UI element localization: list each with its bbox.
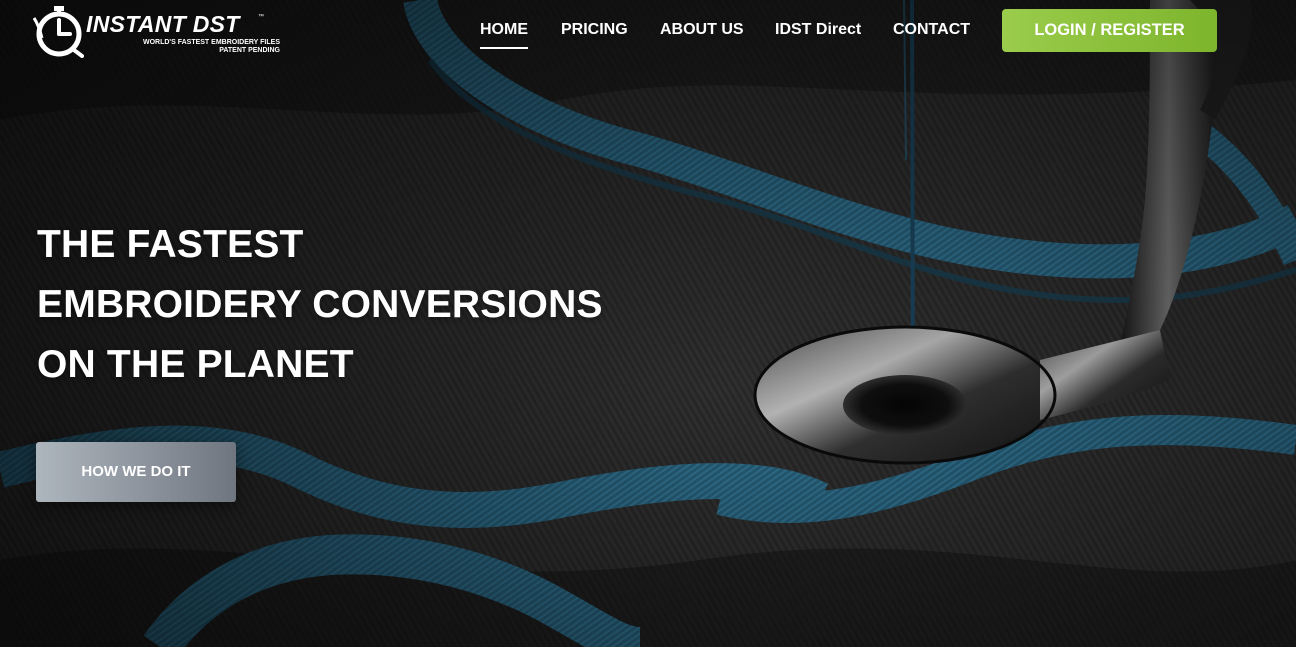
nav-item-pricing[interactable]: PRICING — [561, 20, 628, 40]
nav-item-label: IDST Direct — [775, 21, 862, 38]
nav-item-contact[interactable]: CONTACT — [893, 20, 970, 40]
nav-item-label: PRICING — [561, 21, 628, 38]
how-we-do-it-button[interactable]: HOW WE DO IT — [36, 442, 236, 502]
hero-headline: THE FASTEST EMBROIDERY CONVERSIONS ON TH… — [37, 215, 603, 395]
nav-item-home[interactable]: HOME — [480, 20, 528, 49]
headline-line-1: THE FASTEST — [37, 223, 304, 266]
nav-item-label: CONTACT — [893, 21, 971, 38]
login-register-button[interactable]: LOGIN / REGISTER — [1002, 9, 1217, 52]
headline-line-3: ON THE PLANET — [37, 343, 354, 386]
nav-item-idst-direct[interactable]: IDST Direct — [775, 20, 861, 40]
main-navigation: HOME PRICING ABOUT US IDST Direct CONTAC… — [0, 0, 1296, 60]
nav-item-label: HOME — [480, 21, 528, 38]
headline-line-2: EMBROIDERY CONVERSIONS — [37, 283, 603, 326]
nav-item-about-us[interactable]: ABOUT US — [660, 20, 744, 40]
hero-section: INSTANT DST ™ WORLD'S FASTEST EMBROIDERY… — [0, 0, 1296, 647]
nav-item-label: ABOUT US — [660, 21, 744, 38]
active-nav-indicator — [480, 47, 528, 49]
